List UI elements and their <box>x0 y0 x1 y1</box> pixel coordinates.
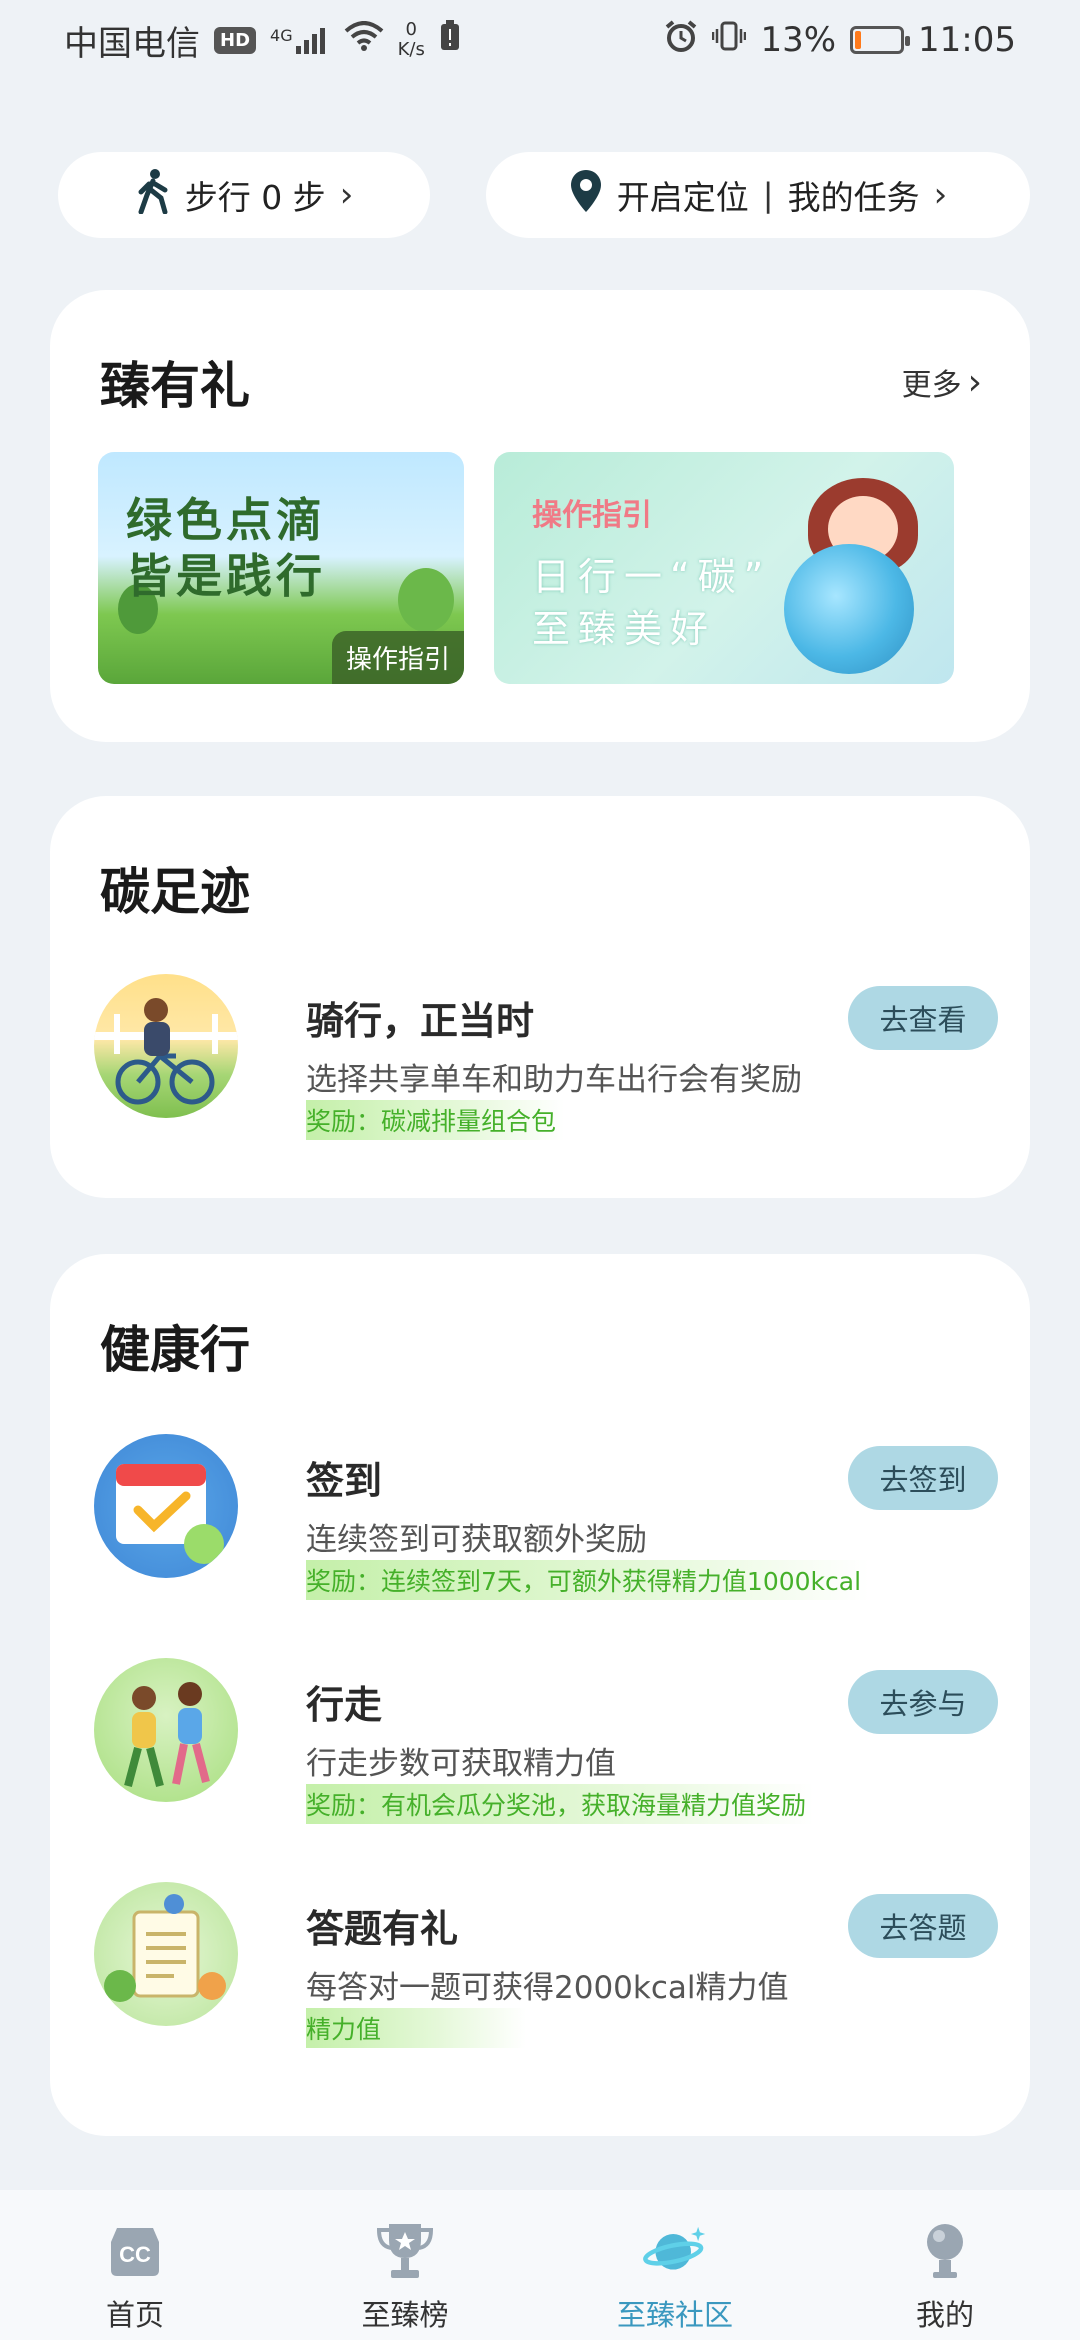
hd-badge: HD <box>214 26 257 54</box>
location-pin-icon <box>569 168 603 222</box>
nav-home[interactable]: CC 首页 <box>35 2218 235 2334</box>
task-reward: 奖励：有机会瓜分奖池，获取海量精力值奖励 <box>306 1784 815 1824</box>
calendar-avatar <box>94 1434 238 1578</box>
view-button[interactable]: 去查看 <box>848 986 998 1050</box>
task-description: 行走步数可获取精力值 <box>306 1746 616 1782</box>
carbon-day-banner[interactable]: 操作指引 日行一“碳” 至臻美好 <box>494 452 954 684</box>
planet-icon <box>643 2218 707 2282</box>
task-title: 行走 <box>306 1683 383 1727</box>
chevron-right-icon: › <box>339 175 354 215</box>
task-item-cycling: 骑行，正当时 选择共享单车和助力车出行会有奖励 奖励：碳减排量组合包 去查看 <box>94 974 998 1140</box>
tree-illustration <box>398 568 454 632</box>
quiz-avatar <box>94 1882 238 2026</box>
enable-location-link[interactable]: 开启定位 <box>617 171 749 219</box>
more-link[interactable]: 更多 › <box>902 360 982 404</box>
nav-label: 我的 <box>915 2298 974 2332</box>
checkin-button[interactable]: 去签到 <box>848 1446 998 1510</box>
task-title: 答题有礼 <box>306 1907 459 1951</box>
task-reward: 奖励：连续签到7天，可额外获得精力值1000kcal <box>306 1560 870 1600</box>
battery-icon <box>850 26 911 54</box>
signal-icon: 4G <box>270 26 330 54</box>
nav-label: 至臻社区 <box>616 2298 733 2332</box>
home-icon: CC <box>103 2218 167 2282</box>
guide-tag: 操作指引 <box>331 631 464 684</box>
carrier-name: 中国电信 <box>64 23 200 64</box>
banner-headline: 至臻美好 <box>532 607 717 651</box>
location-tasks-pill[interactable]: 开启定位 | 我的任务 › <box>486 152 1030 238</box>
task-title: 骑行，正当时 <box>306 999 535 1043</box>
separator: | <box>762 176 774 214</box>
guide-tag: 操作指引 <box>532 498 652 533</box>
task-title: 签到 <box>306 1459 383 1503</box>
globe-illustration <box>784 544 914 674</box>
section-title: 健康行 <box>100 1321 250 1379</box>
battery-alert-icon <box>439 19 461 61</box>
my-tasks-link[interactable]: 我的任务 <box>788 171 920 219</box>
cycling-avatar <box>94 974 238 1118</box>
walking-avatar <box>94 1658 238 1802</box>
battery-percent: 13% <box>760 20 837 60</box>
bottom-nav: CC 首页 至臻榜 至臻社区 我的 <box>0 2190 1080 2340</box>
vibrate-icon <box>712 19 747 62</box>
svg-text:CC: CC <box>119 2242 151 2267</box>
nav-community[interactable]: 至臻社区 <box>575 2218 775 2334</box>
trophy-icon <box>373 2218 437 2282</box>
alarm-icon <box>664 19 698 62</box>
status-bar: 中国电信 HD 4G 0 K/s 13% 11:05 <box>0 0 1080 80</box>
wifi-icon <box>344 20 384 60</box>
task-reward: 精力值 <box>306 2008 526 2048</box>
quiz-button[interactable]: 去答题 <box>848 1894 998 1958</box>
clock-time: 11:05 <box>918 20 1016 60</box>
nav-mine[interactable]: 我的 <box>845 2218 1045 2334</box>
task-item-walking: 行走 行走步数可获取精力值 奖励：有机会瓜分奖池，获取海量精力值奖励 去参与 <box>94 1658 998 1824</box>
health-section: 健康行 签到 连续签到可获取额外奖励 奖励：连续签到7天，可额外获得精力值100… <box>50 1254 1030 2136</box>
carbon-section: 碳足迹 骑行，正当时 选择共享单车和助力车出行会有奖励 奖励：碳减排量组合包 去… <box>50 796 1030 1198</box>
task-item-checkin: 签到 连续签到可获取额外奖励 奖励：连续签到7天，可额外获得精力值1000kca… <box>94 1434 998 1600</box>
task-item-quiz: 答题有礼 每答对一题可获得2000kcal精力值 精力值 去答题 <box>94 1882 998 2048</box>
walking-icon <box>135 168 171 222</box>
task-reward: 奖励：碳减排量组合包 <box>306 1100 565 1140</box>
banner-headline: 皆是践行 <box>126 549 326 603</box>
net-speed: 0 K/s <box>397 19 425 60</box>
section-title: 碳足迹 <box>100 863 250 921</box>
profile-icon <box>913 2218 977 2282</box>
green-action-banner[interactable]: 绿色点滴 皆是践行 操作指引 <box>98 452 464 684</box>
task-description: 连续签到可获取额外奖励 <box>306 1522 647 1558</box>
nav-label: 至臻榜 <box>361 2298 449 2332</box>
gift-section: 臻有礼 更多 › 绿色点滴 皆是践行 操作指引 操作指引 日行一“碳” 至臻美好 <box>50 290 1030 742</box>
battery-level <box>855 31 861 49</box>
nav-leaderboard[interactable]: 至臻榜 <box>305 2218 505 2334</box>
task-description: 每答对一题可获得2000kcal精力值 <box>306 1970 789 2006</box>
steps-label: 步行 0 步 <box>184 178 326 217</box>
chevron-right-icon: › <box>967 361 982 403</box>
section-title: 臻有礼 <box>100 357 250 415</box>
banner-headline: 日行一“碳” <box>532 555 772 599</box>
task-description: 选择共享单车和助力车出行会有奖励 <box>306 1062 802 1098</box>
chevron-right-icon: › <box>933 175 948 215</box>
nav-label: 首页 <box>105 2298 164 2332</box>
steps-pill[interactable]: 步行 0 步 › <box>58 152 430 238</box>
join-button[interactable]: 去参与 <box>848 1670 998 1734</box>
